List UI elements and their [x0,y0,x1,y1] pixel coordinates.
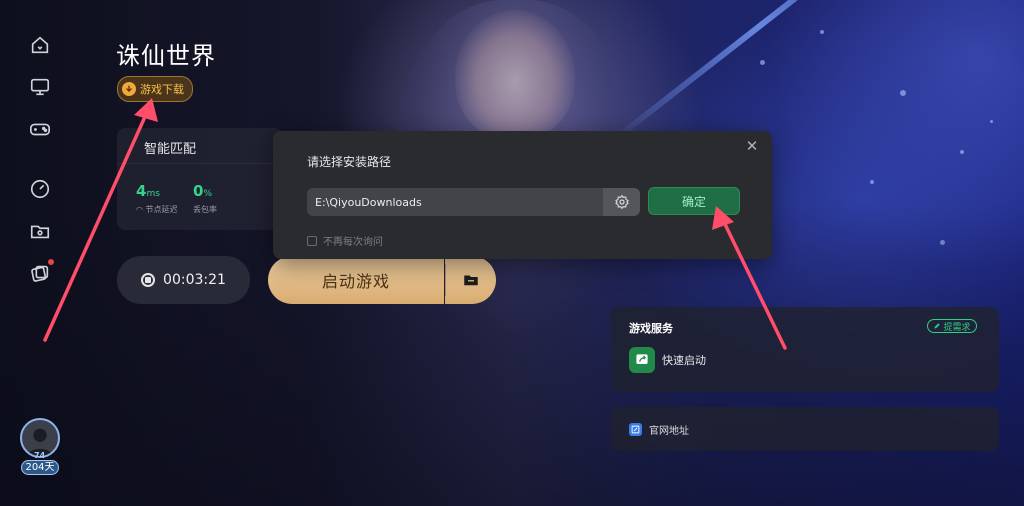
water-splash [900,90,906,96]
start-game-button[interactable]: 启动游戏 [268,256,444,304]
pencil-icon [934,323,941,329]
game-services-panel: 游戏服务 提需求 快速启动 [611,307,999,392]
quick-launch-item[interactable]: 快速启动 [629,347,706,373]
stop-icon [141,273,156,287]
folder-icon[interactable] [28,219,52,243]
dont-ask-checkbox[interactable]: 不再每次询问 [307,233,383,248]
dialog-title: 请选择安装路径 [307,155,392,169]
packet-loss-label: 丢包率 [193,205,217,214]
monitor-icon[interactable] [28,75,52,99]
quick-launch-icon [629,347,655,373]
water-splash [940,240,945,245]
character-face [455,10,575,140]
download-badge[interactable]: 游戏下载 [117,76,193,102]
avatar-level: 74 [34,451,46,460]
latency-value: 4ms [136,182,160,200]
gamepad-icon[interactable] [28,117,52,141]
notification-dot [48,259,54,265]
session-timer[interactable]: 00:03:21 [117,256,250,304]
request-feature-label: 提需求 [943,322,971,333]
cards-icon[interactable] [28,259,54,285]
water-splash [990,120,993,123]
official-site-link[interactable]: 官网地址 [629,422,689,437]
official-site-panel: 官网地址 [611,407,999,451]
open-folder-button[interactable] [445,256,496,304]
request-feature-button[interactable]: 提需求 [927,319,977,333]
path-settings-button[interactable] [603,188,640,216]
sword-light [608,0,912,146]
water-splash [760,60,765,65]
water-splash [820,30,824,34]
water-splash [960,150,964,154]
browser-icon [629,423,642,436]
latency-label: ◠ 节点延迟 [136,205,178,214]
mode-label: 智能匹配 [144,142,197,157]
user-avatar-block[interactable]: 74 204天 [18,418,64,480]
install-path-dialog: 请选择安装路径 ✕ 确定 不再每次询问 [273,131,772,259]
days-badge: 204天 [21,460,59,475]
acceleration-stats-panel: 智能匹配 4ms ◠ 节点延迟 0% 丢包率 [117,128,282,230]
speedometer-icon[interactable] [28,177,52,201]
confirm-button[interactable]: 确定 [648,187,740,215]
divider [117,163,282,164]
dont-ask-label: 不再每次询问 [323,237,383,248]
timer-value: 00:03:21 [163,272,226,288]
install-path-input[interactable] [307,188,603,216]
services-title: 游戏服务 [629,322,673,335]
folder-open-icon [463,275,478,286]
download-icon [122,82,136,96]
game-title: 诛仙世界 [116,42,216,70]
download-badge-label: 游戏下载 [140,83,184,96]
quick-launch-label: 快速启动 [662,354,706,367]
packet-loss-value: 0% [193,182,212,200]
checkbox-box[interactable] [307,235,317,246]
water-splash [870,180,874,184]
home-icon[interactable] [28,33,52,57]
official-site-label: 官网地址 [649,426,689,437]
close-icon[interactable]: ✕ [745,139,759,154]
gear-icon [614,194,629,210]
